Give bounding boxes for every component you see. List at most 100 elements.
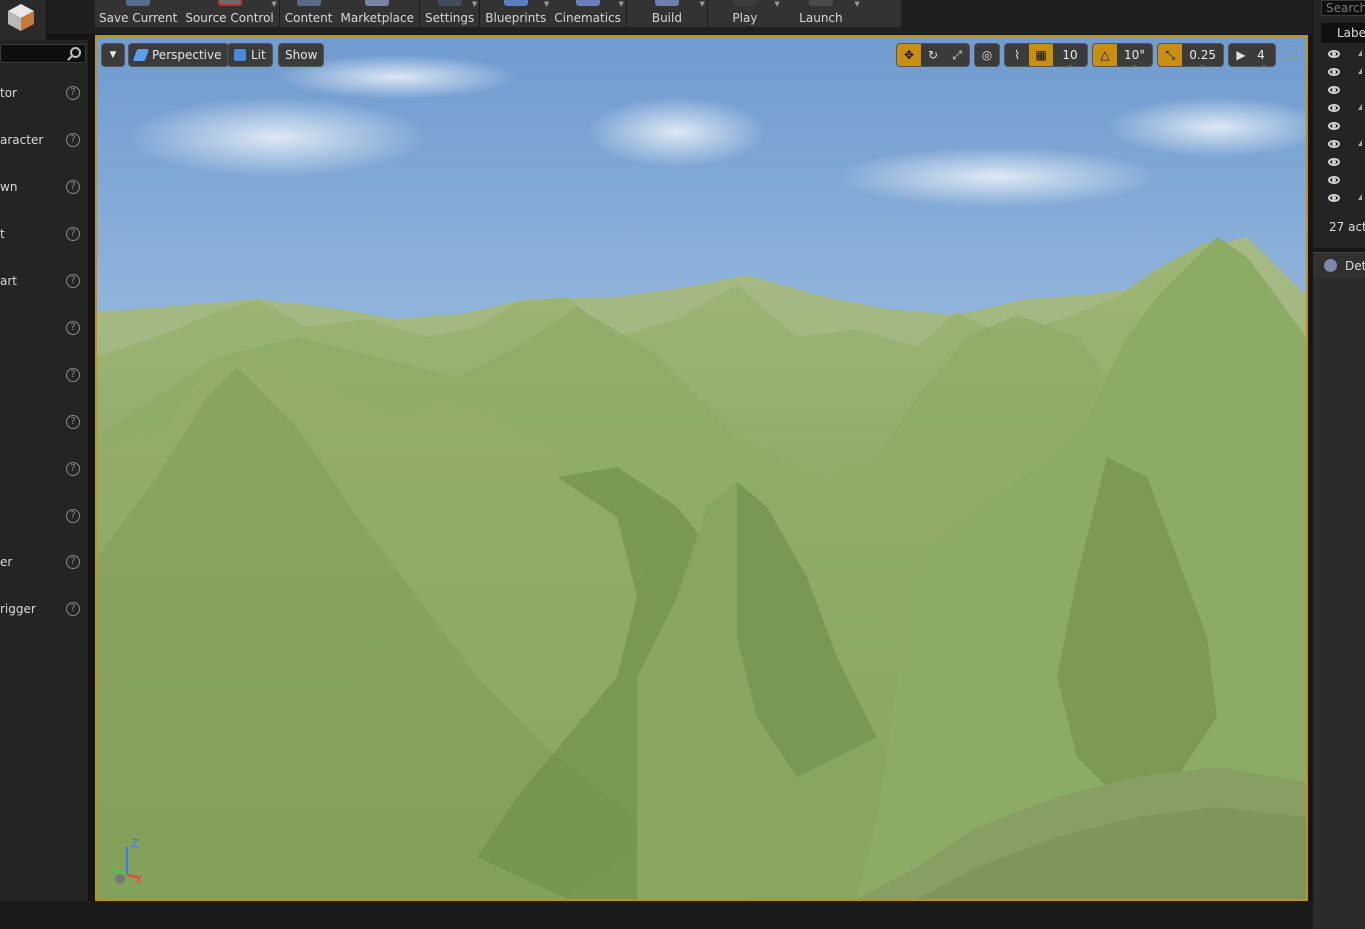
rotation-snap-value[interactable]: 10° [1117, 44, 1152, 66]
expander-arrow-icon[interactable] [1358, 140, 1362, 146]
maximize-viewport-icon[interactable] [1288, 47, 1300, 59]
world-globe-icon[interactable]: ◎ [975, 44, 999, 66]
place-item-trigger[interactable]: rigger ? [0, 597, 88, 621]
chevron-down-icon: ▼ [618, 0, 624, 8]
outliner-row[interactable] [1323, 171, 1363, 189]
content-button[interactable]: Content [281, 0, 337, 28]
visibility-eye-icon[interactable] [1328, 68, 1340, 76]
world-outliner: Search Labe 27 acto [1313, 0, 1365, 248]
visibility-eye-icon[interactable] [1328, 122, 1340, 130]
help-icon[interactable]: ? [66, 555, 80, 569]
grid-snap-value[interactable]: 10 [1053, 44, 1087, 66]
expander-arrow-icon[interactable] [1358, 68, 1362, 74]
help-icon[interactable]: ? [66, 133, 80, 147]
grid-snap-group: ⌇ ▦ 10 [1004, 43, 1088, 67]
place-item-character[interactable]: aracter ? [0, 128, 88, 152]
blueprints-button[interactable]: Blueprints ▼ [481, 0, 550, 28]
scale-snap-icon[interactable]: ⤡ [1158, 44, 1183, 66]
place-item[interactable]: ? [0, 457, 88, 481]
viewport-options-button[interactable]: ▼ [101, 43, 125, 67]
place-item-player-start[interactable]: art ? [0, 269, 88, 293]
settings-button[interactable]: Settings ▼ [421, 0, 478, 28]
outliner-row[interactable] [1323, 63, 1363, 81]
cinematics-button[interactable]: Cinematics ▼ [550, 0, 625, 28]
place-item[interactable]: ? [0, 504, 88, 528]
launch-icon [808, 0, 833, 6]
blueprints-icon [503, 0, 528, 6]
details-panel [1313, 278, 1365, 929]
terrain-scene[interactable] [97, 37, 1306, 899]
help-icon[interactable]: ? [66, 462, 80, 476]
surface-snap-icon[interactable]: ⌇ [1005, 44, 1029, 66]
place-item-actor[interactable]: tor ? [0, 81, 88, 105]
toolbar-strip: Save Current Source Control ▼ Content Ma… [95, 0, 901, 28]
save-current-button[interactable]: Save Current [95, 0, 181, 28]
perspective-icon [132, 49, 150, 61]
scale-icon[interactable]: ⤢ [945, 44, 969, 66]
visibility-eye-icon[interactable] [1328, 176, 1340, 184]
play-button[interactable]: Play ▼ [709, 0, 781, 28]
outliner-row[interactable] [1323, 99, 1363, 117]
expander-arrow-icon[interactable] [1358, 104, 1362, 110]
place-item-light[interactable]: t ? [0, 222, 88, 246]
app-logo[interactable] [0, 0, 47, 40]
outliner-row[interactable] [1323, 153, 1363, 171]
grid-snap-icon[interactable]: ▦ [1029, 44, 1053, 66]
place-item[interactable]: ? [0, 410, 88, 434]
rotation-snap-icon[interactable]: △ [1093, 44, 1117, 66]
place-item[interactable]: ? [0, 316, 88, 340]
visibility-eye-icon[interactable] [1328, 50, 1340, 58]
help-icon[interactable]: ? [66, 227, 80, 241]
place-item-trigger-volume[interactable]: er ? [0, 550, 88, 574]
scale-snap-value[interactable]: 0.25 [1182, 44, 1223, 66]
outliner-search-input[interactable]: Search [1321, 0, 1365, 16]
place-item-pawn[interactable]: wn ? [0, 175, 88, 199]
translate-icon[interactable]: ✥ [897, 44, 921, 66]
help-icon[interactable]: ? [66, 180, 80, 194]
class-search-input[interactable] [0, 44, 86, 63]
lit-view-mode-button[interactable]: Lit [227, 43, 273, 67]
visibility-eye-icon[interactable] [1328, 104, 1340, 112]
help-icon[interactable]: ? [66, 274, 80, 288]
help-icon[interactable]: ? [66, 86, 80, 100]
camera-speed-group: ▶ 4 [1228, 43, 1276, 67]
outliner-row[interactable] [1323, 45, 1363, 63]
outliner-row[interactable] [1323, 81, 1363, 99]
help-icon[interactable]: ? [66, 602, 80, 616]
place-item[interactable]: ? [0, 363, 88, 387]
rotate-icon[interactable]: ↻ [921, 44, 945, 66]
outliner-row[interactable] [1323, 189, 1363, 207]
expander-arrow-icon[interactable] [1358, 194, 1362, 200]
coordinate-space-group: ◎ [974, 43, 1000, 67]
camera-speed-value[interactable]: 4 [1253, 44, 1275, 66]
help-icon[interactable]: ? [66, 368, 80, 382]
build-icon [654, 0, 679, 6]
chevron-down-icon: ▼ [271, 0, 277, 8]
level-viewport[interactable]: ▼ Perspective Lit Show ✥ ↻ ⤢ ◎ ⌇ ▦ 10 △ … [95, 35, 1308, 901]
visibility-eye-icon[interactable] [1328, 140, 1340, 148]
camera-speed-icon[interactable]: ▶ [1229, 44, 1253, 66]
visibility-eye-icon[interactable] [1328, 158, 1340, 166]
details-tab[interactable]: Deta [1313, 252, 1365, 278]
expander-arrow-icon[interactable] [1358, 50, 1362, 56]
outliner-label-column[interactable]: Labe [1321, 23, 1365, 43]
chevron-down-icon: ▼ [543, 0, 550, 8]
marketplace-button[interactable]: Marketplace [336, 0, 418, 28]
actor-count-label: 27 acto [1329, 220, 1365, 234]
build-button[interactable]: Build ▼ [628, 0, 706, 28]
launch-button[interactable]: Launch ▼ [781, 0, 861, 28]
help-icon[interactable]: ? [66, 321, 80, 335]
transform-toolbar: ✥ ↻ ⤢ ◎ ⌇ ▦ 10 △ 10° ⤡ 0.25 ▶ 4 [896, 43, 1298, 67]
perspective-button[interactable]: Perspective [128, 43, 229, 67]
settings-icon [437, 0, 462, 6]
help-icon[interactable]: ? [66, 415, 80, 429]
visibility-eye-icon[interactable] [1328, 86, 1340, 94]
outliner-row[interactable] [1323, 117, 1363, 135]
search-icon[interactable] [70, 47, 81, 58]
outliner-row[interactable] [1323, 135, 1363, 153]
source-control-button[interactable]: Source Control ▼ [181, 0, 277, 28]
visibility-eye-icon[interactable] [1328, 194, 1340, 202]
show-flags-button[interactable]: Show [278, 43, 325, 67]
help-icon[interactable]: ? [66, 509, 80, 523]
details-info-icon [1324, 259, 1337, 272]
